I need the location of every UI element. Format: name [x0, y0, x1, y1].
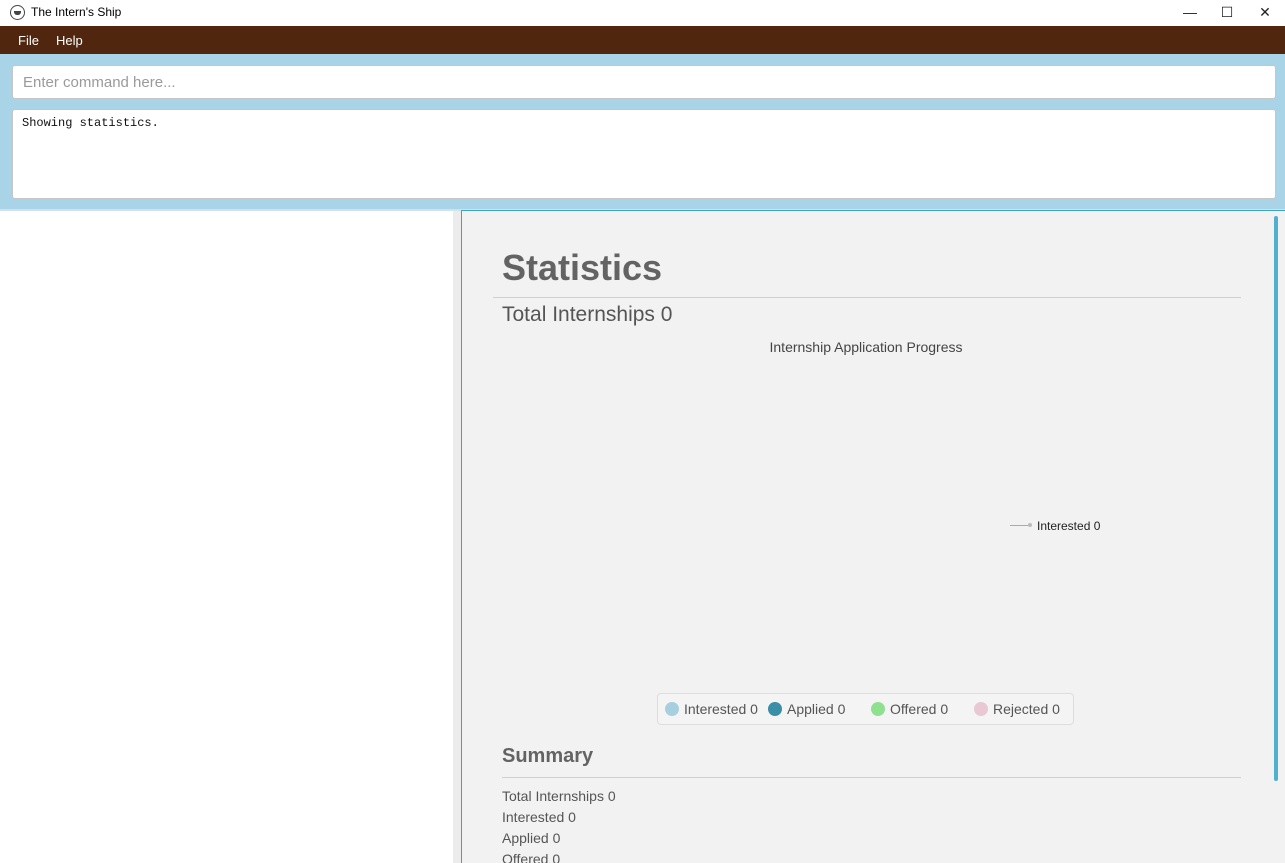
statistics-pane: Statistics Total Internships 0 Internshi… — [461, 210, 1285, 863]
chart-legend: Interested 0 Applied 0 Offered 0 Rejecte… — [657, 693, 1074, 725]
legend-label-offered: Offered 0 — [890, 701, 949, 717]
summary-total: Total Internships 0 — [502, 788, 616, 804]
internship-list-pane[interactable] — [0, 211, 453, 863]
legend-label-interested: Interested 0 — [684, 701, 758, 717]
summary-applied: Applied 0 — [502, 830, 561, 846]
legend-swatch-interested — [665, 702, 679, 716]
legend-swatch-rejected — [974, 702, 988, 716]
summary-divider — [502, 777, 1241, 778]
legend-item-offered: Offered 0 — [871, 701, 948, 717]
summary-offered: Offered 0 — [502, 851, 561, 863]
menu-file[interactable]: File — [18, 33, 39, 48]
total-internships: Total Internships 0 — [502, 303, 673, 326]
split-divider[interactable] — [453, 211, 461, 863]
minimize-button[interactable]: — — [1170, 0, 1210, 26]
legend-item-interested: Interested 0 — [665, 701, 758, 717]
result-display[interactable]: Showing statistics. — [12, 109, 1276, 199]
close-button[interactable]: ✕ — [1245, 0, 1285, 26]
statistics-title: Statistics — [502, 247, 663, 288]
summary-title: Summary — [502, 745, 594, 767]
ship-icon — [10, 5, 25, 20]
title-divider — [493, 297, 1241, 298]
maximize-button[interactable]: ☐ — [1207, 0, 1247, 26]
pie-label-interested: Interested 0 — [1037, 519, 1101, 533]
pie-label-line — [1010, 525, 1030, 526]
title-bar: The Intern's Ship — ☐ ✕ — [0, 0, 1285, 26]
legend-swatch-offered — [871, 702, 885, 716]
legend-label-applied: Applied 0 — [787, 701, 846, 717]
legend-swatch-applied — [768, 702, 782, 716]
menu-help[interactable]: Help — [56, 33, 83, 48]
legend-item-applied: Applied 0 — [768, 701, 845, 717]
menu-bar: File Help — [0, 26, 1285, 54]
summary-interested: Interested 0 — [502, 809, 576, 825]
command-area: Showing statistics. — [0, 54, 1285, 209]
legend-label-rejected: Rejected 0 — [993, 701, 1060, 717]
window-title: The Intern's Ship — [31, 5, 122, 19]
pie-slice-interested — [1028, 523, 1032, 527]
legend-item-rejected: Rejected 0 — [974, 701, 1060, 717]
command-input[interactable] — [12, 65, 1276, 99]
statistics-scrollbar[interactable] — [1274, 216, 1278, 781]
chart-title: Internship Application Progress — [769, 339, 963, 355]
